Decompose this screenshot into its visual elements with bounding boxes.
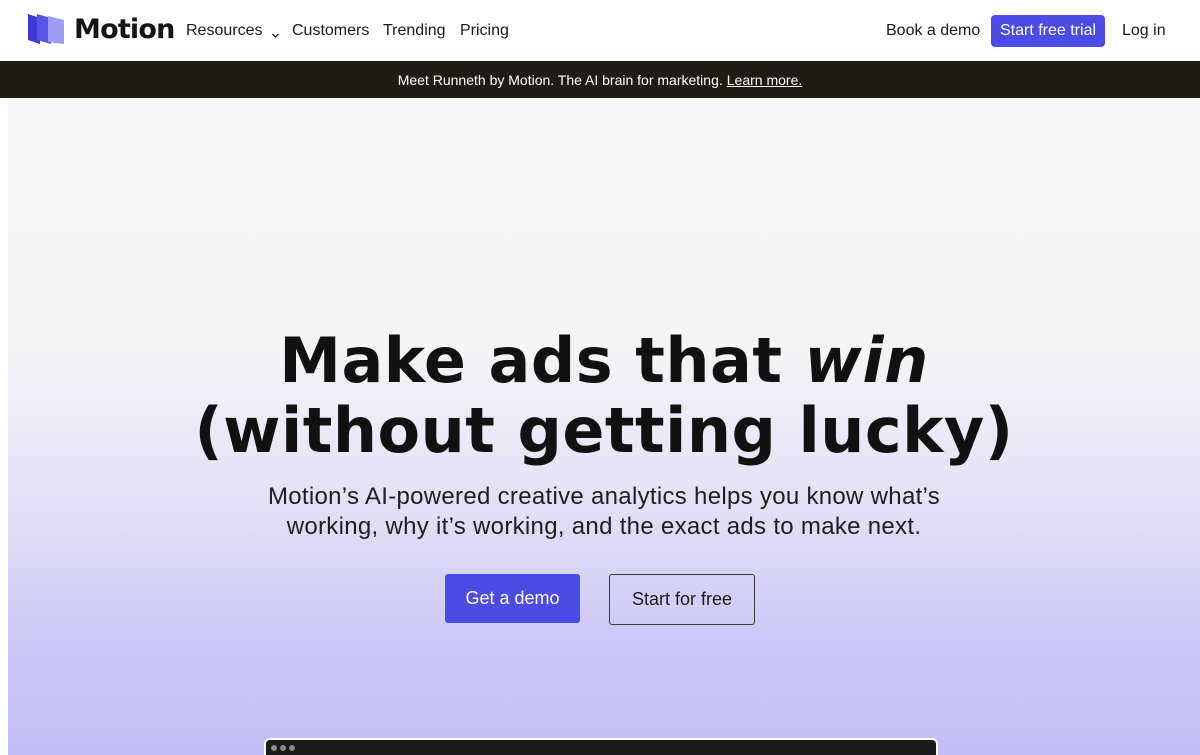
motion-logo-icon xyxy=(27,13,67,45)
hero-title: Make ads that win (without getting lucky… xyxy=(8,326,1200,466)
product-preview-window xyxy=(264,738,938,755)
nav-resources[interactable]: Resources xyxy=(186,22,280,40)
motion-logo[interactable]: Motion xyxy=(27,12,175,46)
window-dot-icon xyxy=(289,745,295,751)
login-link[interactable]: Log in xyxy=(1122,22,1166,40)
hero-title-line1: Make ads that win xyxy=(279,324,928,397)
hero-subtitle: Motion’s AI-powered creative analytics h… xyxy=(8,482,1200,542)
announcement-learn-more-link[interactable]: Learn more. xyxy=(727,72,802,88)
nav-pricing[interactable]: Pricing xyxy=(460,22,509,40)
announcement-bar: Meet Runneth by Motion. The AI brain for… xyxy=(0,61,1200,98)
window-dot-icon xyxy=(271,745,277,751)
chevron-down-icon xyxy=(271,27,280,38)
nav-trending[interactable]: Trending xyxy=(383,22,446,40)
hero-section: Make ads that win (without getting lucky… xyxy=(8,98,1200,755)
brand-name: Motion xyxy=(74,13,175,45)
start-for-free-button[interactable]: Start for free xyxy=(609,574,755,625)
hero-title-emphasis: win xyxy=(804,324,929,397)
window-dot-icon xyxy=(280,745,286,751)
top-navigation: Motion Resources Customers Trending Pric… xyxy=(0,0,1200,61)
get-demo-button[interactable]: Get a demo xyxy=(445,574,580,623)
book-demo-link[interactable]: Book a demo xyxy=(886,22,980,40)
start-free-trial-button[interactable]: Start free trial xyxy=(991,15,1105,47)
announcement-text: Meet Runneth by Motion. The AI brain for… xyxy=(397,71,723,88)
hero-title-plain: Make ads that xyxy=(279,324,805,397)
nav-resources-label: Resources xyxy=(186,22,263,39)
hero-subtitle-line1: Motion’s AI-powered creative analytics h… xyxy=(267,483,941,510)
hero-subtitle-line2: working, why it’s working, and the exact… xyxy=(286,513,922,540)
nav-customers[interactable]: Customers xyxy=(292,22,369,40)
hero-title-line2: (without getting lucky) xyxy=(194,394,1014,467)
